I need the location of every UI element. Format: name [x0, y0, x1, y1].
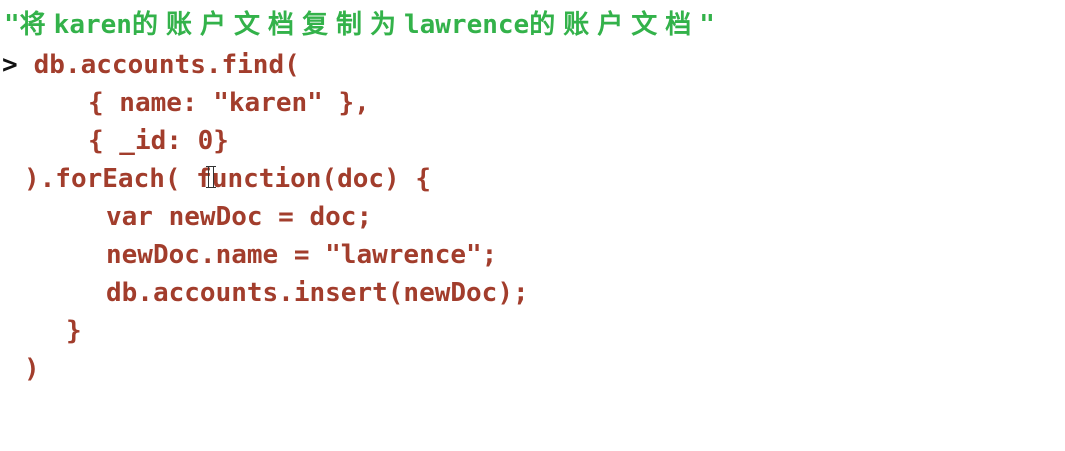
code-line-5: var newDoc = doc; [106, 202, 373, 232]
code-line-2: { name: "karen" }, [88, 88, 370, 118]
code-line-4: ).forEach( function(doc) { [24, 164, 431, 194]
code-line-9: ) [24, 354, 40, 384]
comment-text-en-2: lawrence [403, 10, 530, 40]
code-line-6: newDoc.name = "lawrence"; [106, 240, 498, 270]
code-line-1: > db.accounts.find( [2, 48, 300, 82]
comment-line: "将karen的账户文档复制为lawrence的账户文档" [4, 8, 715, 42]
code-line-3: { _id: 0} [88, 126, 229, 156]
comment-text-cn-2: 的账户文档复制为 [131, 10, 404, 40]
code-editor[interactable]: "将karen的账户文档复制为lawrence的账户文档" > db.accoun… [0, 0, 1065, 451]
comment-quote-close: " [699, 10, 715, 40]
comment-quote-open: " [4, 10, 20, 40]
i-beam-cursor-icon [206, 166, 216, 188]
code-line-8: } [66, 316, 82, 346]
code-line-1-text: db.accounts.find( [33, 50, 300, 80]
comment-text-cn-1: 将 [19, 10, 54, 40]
comment-text-en-1: karen [53, 10, 132, 40]
shell-prompt: > [2, 50, 18, 80]
code-line-7: db.accounts.insert(newDoc); [106, 278, 529, 308]
comment-text-cn-3: 的账户文档 [529, 10, 700, 40]
